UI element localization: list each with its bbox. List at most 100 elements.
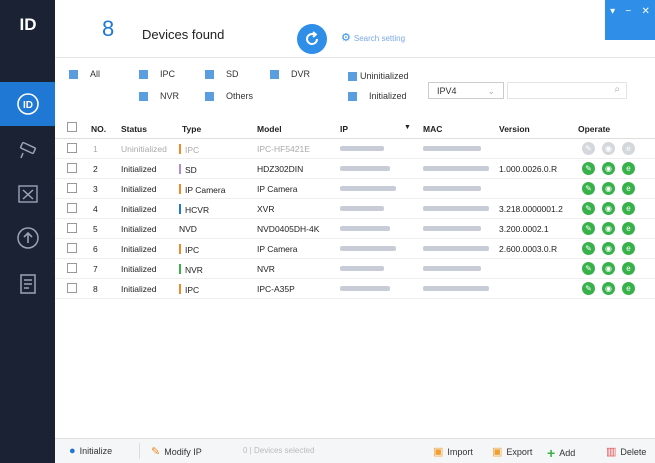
- details-icon[interactable]: e: [622, 162, 635, 175]
- cell-type: IP Camera: [179, 184, 225, 195]
- table-row[interactable]: 7 Initialized NVR NVR ✎ ◉ e: [55, 259, 655, 279]
- filter-others-checkbox[interactable]: [205, 91, 214, 101]
- sidebar-item-upgrade[interactable]: [0, 216, 55, 260]
- filter-initialized[interactable]: Initialized: [348, 91, 407, 101]
- type-color-bar: [179, 164, 181, 174]
- shield-icon: ●: [69, 445, 76, 457]
- filter-all[interactable]: All: [69, 69, 100, 79]
- export-button[interactable]: ▣ Export: [492, 445, 532, 458]
- selected-count: 0 | Devices selected: [243, 446, 315, 455]
- add-button[interactable]: + Add: [547, 445, 575, 461]
- details-icon[interactable]: e: [622, 222, 635, 235]
- row-checkbox[interactable]: [67, 203, 77, 213]
- edit-icon[interactable]: ✎: [582, 282, 595, 295]
- header-mac[interactable]: MAC: [423, 124, 442, 134]
- table-row[interactable]: 6 Initialized IPC IP Camera 2.600.0003.0…: [55, 239, 655, 259]
- details-icon[interactable]: e: [622, 202, 635, 215]
- table-row[interactable]: 3 Initialized IP Camera IP Camera ✎ ◉ e: [55, 179, 655, 199]
- row-checkbox[interactable]: [67, 243, 77, 253]
- filter-nvr-checkbox[interactable]: [139, 91, 148, 101]
- header-model[interactable]: Model: [257, 124, 282, 134]
- filter-others[interactable]: Others: [205, 91, 253, 101]
- sidebar-item-tools[interactable]: [0, 172, 55, 216]
- ip-version-value: IPV4: [437, 86, 457, 96]
- ip-version-select[interactable]: IPV4 ⌄: [428, 82, 504, 99]
- filter-initialized-checkbox[interactable]: [348, 91, 357, 101]
- table-row[interactable]: 4 Initialized HCVR XVR 3.218.0000001.2 ✎…: [55, 199, 655, 219]
- edit-icon[interactable]: ✎: [582, 262, 595, 275]
- web-icon[interactable]: ◉: [602, 162, 615, 175]
- search-icon[interactable]: ⌕: [614, 84, 620, 95]
- search-setting-label: Search setting: [353, 34, 406, 43]
- table-row[interactable]: 5 Initialized NVD NVD0405DH-4K 3.200.000…: [55, 219, 655, 239]
- search-setting-link[interactable]: ⚙ Search setting: [341, 31, 405, 44]
- web-icon[interactable]: ◉: [602, 262, 615, 275]
- sidebar-item-device-init[interactable]: ID: [0, 82, 55, 126]
- row-checkbox[interactable]: [67, 263, 77, 273]
- search-input[interactable]: ⌕: [507, 82, 627, 99]
- edit-icon[interactable]: ✎: [582, 202, 595, 215]
- details-icon[interactable]: e: [622, 282, 635, 295]
- sort-icon[interactable]: ▼: [404, 124, 411, 131]
- filter-all-label: All: [90, 69, 101, 79]
- header-ip[interactable]: IP: [340, 124, 348, 134]
- header-version[interactable]: Version: [499, 124, 530, 134]
- filter-initialized-label: Initialized: [369, 91, 407, 101]
- filter-uninitialized-checkbox[interactable]: [348, 71, 357, 81]
- details-icon[interactable]: e: [622, 142, 635, 155]
- table-row[interactable]: 1 Uninitialized IPC IPC-HF5421E ✎ ◉ e: [55, 139, 655, 159]
- cell-status: Initialized: [121, 284, 157, 294]
- web-icon[interactable]: ◉: [602, 222, 615, 235]
- details-icon[interactable]: e: [622, 262, 635, 275]
- type-color-bar: [179, 244, 181, 254]
- row-checkbox[interactable]: [67, 283, 77, 293]
- row-checkbox[interactable]: [67, 223, 77, 233]
- import-label: Import: [447, 446, 473, 457]
- table-row[interactable]: 8 Initialized IPC IPC-A35P ✎ ◉ e: [55, 279, 655, 299]
- filter-nvr[interactable]: NVR: [139, 91, 179, 101]
- edit-icon[interactable]: ✎: [582, 222, 595, 235]
- import-button[interactable]: ▣ Import: [433, 445, 473, 458]
- table-row[interactable]: 2 Initialized SD HDZ302DIN 1.000.0026.0.…: [55, 159, 655, 179]
- select-all-checkbox[interactable]: [67, 122, 77, 132]
- minimize-icon[interactable]: −: [625, 6, 631, 17]
- web-icon[interactable]: ◉: [602, 182, 615, 195]
- filter-uninitialized[interactable]: Uninitialized: [348, 71, 409, 81]
- header-type[interactable]: Type: [182, 124, 201, 134]
- row-checkbox[interactable]: [67, 143, 77, 153]
- filter-ipc-checkbox[interactable]: [139, 69, 148, 79]
- web-icon[interactable]: ◉: [602, 202, 615, 215]
- row-checkbox[interactable]: [67, 183, 77, 193]
- filter-dvr-checkbox[interactable]: [270, 69, 279, 79]
- filter-sd[interactable]: SD: [205, 69, 239, 79]
- menu-icon[interactable]: ▾: [610, 6, 615, 17]
- edit-icon[interactable]: ✎: [582, 162, 595, 175]
- details-icon[interactable]: e: [622, 182, 635, 195]
- header-status[interactable]: Status: [121, 124, 147, 134]
- svg-text:ID: ID: [23, 100, 33, 111]
- sidebar-item-documents[interactable]: [0, 262, 55, 306]
- refresh-button[interactable]: [297, 24, 327, 54]
- filter-ipc[interactable]: IPC: [139, 69, 175, 79]
- cell-status: Initialized: [121, 164, 157, 174]
- filter-sd-checkbox[interactable]: [205, 69, 214, 79]
- delete-button[interactable]: ▥ Delete: [606, 445, 646, 458]
- web-icon[interactable]: ◉: [602, 282, 615, 295]
- edit-icon[interactable]: ✎: [582, 242, 595, 255]
- details-icon[interactable]: e: [622, 242, 635, 255]
- modify-ip-button[interactable]: ✎ Modify IP: [151, 445, 202, 458]
- edit-icon[interactable]: ✎: [582, 182, 595, 195]
- web-icon[interactable]: ◉: [602, 142, 615, 155]
- filter-all-checkbox[interactable]: [69, 69, 78, 79]
- row-checkbox[interactable]: [67, 163, 77, 173]
- web-icon[interactable]: ◉: [602, 242, 615, 255]
- cell-model: IPC-A35P: [257, 284, 295, 294]
- sidebar-item-camera[interactable]: [0, 128, 55, 172]
- header-no[interactable]: NO.: [91, 124, 106, 134]
- cell-type: SD: [179, 164, 197, 175]
- edit-icon[interactable]: ✎: [582, 142, 595, 155]
- initialize-button[interactable]: ● Initialize: [69, 445, 112, 457]
- close-icon[interactable]: ✕: [641, 6, 649, 17]
- filter-dvr[interactable]: DVR: [270, 69, 310, 79]
- cell-mac-redacted: [423, 244, 489, 254]
